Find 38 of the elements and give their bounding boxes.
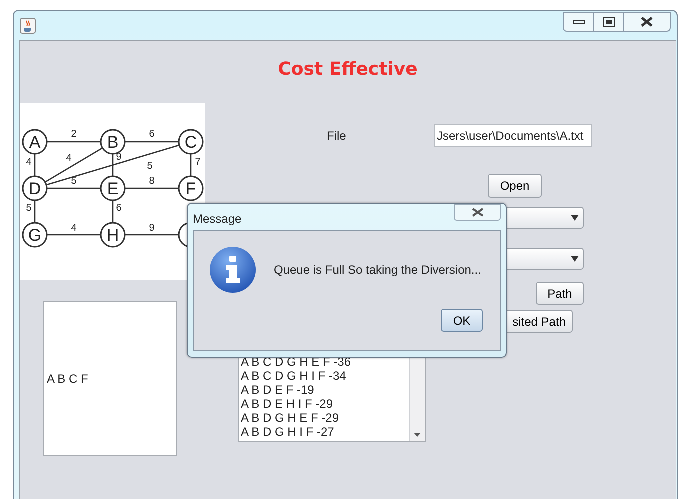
file-label: File (327, 128, 348, 144)
edge-weight: 6 (149, 129, 155, 140)
path-row[interactable]: A B D G H I F -27 (241, 425, 409, 439)
dropdown-arrow-icon (571, 215, 579, 221)
result-text: A B C F (47, 370, 88, 388)
edge-weight: 4 (66, 153, 72, 164)
maximize-icon (602, 16, 614, 26)
edge-weight: 9 (116, 152, 122, 163)
edge-weight: 5 (71, 176, 77, 187)
path-row[interactable]: A B D E H I F -29 (241, 397, 409, 411)
file-path-field[interactable]: Jsers\user\Documents\A.txt (434, 124, 592, 147)
close-icon (472, 208, 484, 217)
edge-weight: 6 (116, 203, 122, 214)
edge-weight: 9 (149, 223, 155, 234)
dialog-message: Queue is Full So taking the Diversion... (274, 262, 482, 279)
edge-weight: 4 (71, 223, 77, 234)
open-button[interactable]: Open (488, 174, 542, 198)
edge-weight: 5 (147, 161, 153, 172)
close-button[interactable] (454, 204, 501, 221)
dropdown-arrow-icon (571, 256, 579, 262)
close-icon (641, 16, 653, 26)
edge-weight: 4 (26, 157, 32, 168)
path-row[interactable]: A B C D G H E F -36 (241, 355, 409, 369)
ok-button[interactable]: OK (441, 309, 483, 332)
edge-weight: 5 (26, 203, 32, 214)
minimize-icon (572, 18, 584, 24)
path-button[interactable]: Path (536, 282, 584, 305)
path-row[interactable]: A B D E F -19 (241, 383, 409, 397)
edge-weight: 2 (71, 129, 77, 140)
heading: Cost Effective (277, 58, 419, 78)
path-row[interactable]: A B C D G H I F -34 (241, 369, 409, 383)
path-row[interactable]: A B D G H E F -29 (241, 411, 409, 425)
edge-weight: 8 (149, 176, 155, 187)
java-cup-icon (20, 18, 36, 34)
info-icon (209, 246, 257, 294)
scroll-down-icon[interactable] (414, 433, 421, 437)
edge-weight: 7 (195, 157, 201, 168)
dialog-title: Message (193, 211, 242, 228)
